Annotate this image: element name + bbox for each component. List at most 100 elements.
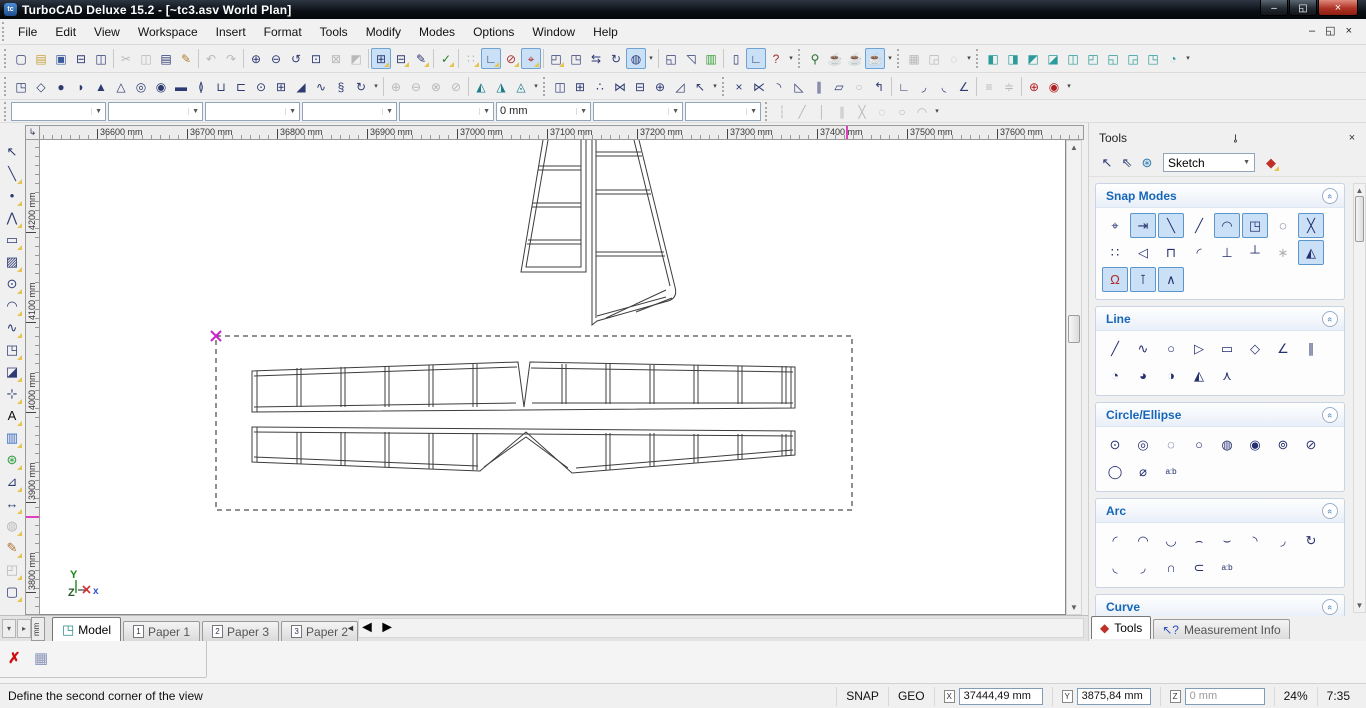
coil-icon[interactable]: § [331, 76, 351, 97]
line-tangent-two-arcs-icon[interactable]: ◑ [1158, 363, 1184, 388]
mesh-icon[interactable]: ⊞ [271, 76, 291, 97]
snap-perpendicular-icon[interactable]: ⊥ [1214, 240, 1240, 265]
local-snap-line-icon[interactable]: ┆ [772, 101, 792, 122]
collapse-chevron-icon[interactable]: » [1322, 188, 1338, 204]
arc-double-point-icon[interactable]: ∩ [1158, 555, 1184, 580]
scroll-right-icon[interactable]: ► [379, 619, 395, 636]
fillet-three-lines-icon[interactable]: ◟ [934, 76, 954, 97]
format-painter-icon[interactable]: ✎ [176, 48, 196, 69]
fixed-ratio-arc-icon[interactable]: a:b [1214, 555, 1240, 580]
magnetic-point-icon[interactable]: Ω [1102, 267, 1128, 292]
local-snap-arc-icon[interactable]: ◠ [912, 101, 932, 122]
quality-render-icon[interactable]: ☕ [865, 48, 885, 69]
boolean-subtract-icon[interactable]: ⊖ [406, 76, 426, 97]
local-snap-circle-icon[interactable]: ◌ [872, 101, 892, 122]
lasso-select-icon[interactable]: ◌ [944, 48, 964, 69]
slice-icon[interactable]: ⊘ [446, 76, 466, 97]
arc-rotated-icon[interactable]: ↻ [1298, 528, 1324, 553]
orbit-3d-icon[interactable]: ↻ [606, 48, 626, 69]
circle-tangent-point-icon[interactable]: ⊘ [1298, 432, 1324, 457]
toolbar-expand-icon[interactable]: ▸ [17, 619, 31, 638]
arc-tangent-one-icon[interactable]: ◟ [1102, 555, 1128, 580]
spell-check-icon[interactable]: ✓ [436, 48, 456, 69]
panel-close-icon[interactable]: × [1344, 132, 1360, 144]
close-button[interactable]: × [1318, 0, 1358, 16]
z-coordinate-field[interactable]: 0 mm [1185, 688, 1265, 705]
mdi-close-button[interactable]: × [1346, 26, 1352, 37]
no-snap-icon[interactable]: ⊘ [501, 48, 521, 69]
property-toolbar-grip[interactable] [4, 102, 8, 121]
move-tool-icon[interactable]: ⊹ [1, 383, 23, 405]
snap-quadrant-icon[interactable]: ◌ [1270, 213, 1296, 238]
menu-modes[interactable]: Modes [410, 21, 464, 43]
menu-tools[interactable]: Tools [311, 21, 357, 43]
mirror-copy-icon[interactable]: ⋈ [610, 76, 630, 97]
cylinder-icon[interactable]: ⊔ [211, 76, 231, 97]
line-perpendicular-icon[interactable]: ∠ [1270, 336, 1296, 361]
twist-icon[interactable]: ∿ [311, 76, 331, 97]
extract-part-icon[interactable]: ◹ [681, 48, 701, 69]
toolbar-grip[interactable] [798, 49, 802, 68]
menu-workspace[interactable]: Workspace [129, 21, 207, 43]
property-combo-3[interactable]: ▼ [205, 102, 300, 121]
copy-entity-icon[interactable]: ◫ [550, 76, 570, 97]
toolbar-grip[interactable] [897, 49, 901, 68]
line-irregular-polygon-icon[interactable]: ▷ [1186, 336, 1212, 361]
fillet-icon[interactable]: ◝ [769, 76, 789, 97]
help-drop-icon[interactable]: ▾ [786, 48, 796, 69]
view-front-icon[interactable]: ◱ [1103, 48, 1123, 69]
horizontal-ruler[interactable]: 36600 mm36700 mm36800 mm36900 mm37000 mm… [40, 125, 1084, 140]
part-builder-icon[interactable]: ⊕ [1024, 76, 1044, 97]
menu-file[interactable]: File [9, 21, 46, 43]
slab-icon[interactable]: ▬ [171, 76, 191, 97]
select-drop-icon[interactable]: ▾ [964, 48, 974, 69]
torus-icon[interactable]: ◎ [131, 76, 151, 97]
mdi-minimize-button[interactable]: – [1309, 26, 1315, 37]
restore-button[interactable]: ◱ [1289, 0, 1317, 16]
scroll-left-icon[interactable]: ◄ [359, 619, 375, 636]
arc-1-3-2-icon[interactable]: ◞ [1270, 528, 1296, 553]
help-book-icon[interactable]: ? [766, 48, 786, 69]
material-editor-icon[interactable]: ◉ [1044, 76, 1064, 97]
line-rotated-rectangle-icon[interactable]: ◇ [1242, 336, 1268, 361]
circle-tool-icon[interactable]: ⊙ [1, 273, 23, 295]
facet-delete-icon[interactable]: ◬ [511, 76, 531, 97]
line-single-icon[interactable]: ╱ [1102, 336, 1128, 361]
redo-icon[interactable]: ↷ [221, 48, 241, 69]
sheet-tab-model[interactable]: ◳Model [52, 617, 121, 641]
grid-toggle-icon[interactable]: ∷ [461, 48, 481, 69]
toolbar-grip[interactable] [976, 49, 980, 68]
circle-tangent-line-icon[interactable]: ◉ [1242, 432, 1268, 457]
edit-tool-icon[interactable]: ✎ [411, 48, 431, 69]
fit-array-icon[interactable]: ∴ [590, 76, 610, 97]
open-icon[interactable]: ▤ [31, 48, 51, 69]
sheet-tab-paper-[interactable]: 2Paper 3 [202, 621, 279, 641]
modify-drop-icon[interactable]: ▾ [1064, 76, 1074, 97]
workplane-by-entity-icon[interactable]: ⊟ [391, 48, 411, 69]
chamfer-two-lines-icon[interactable]: ∠ [954, 76, 974, 97]
select-window-tool-icon[interactable]: ▢ [1, 581, 23, 603]
ruler-origin-icon[interactable]: ↳ [25, 125, 40, 140]
array-copy-icon[interactable]: ⊟ [630, 76, 650, 97]
prism-icon[interactable]: ◢ [291, 76, 311, 97]
box-3d-tool-icon[interactable]: ◳ [1, 339, 23, 361]
snap-midpoint-icon[interactable]: ┴ [1242, 240, 1268, 265]
snap-none-icon[interactable]: ⇥ [1130, 213, 1156, 238]
select-tool-icon[interactable]: ↖ [1, 141, 23, 163]
snap-facet-icon[interactable]: ◭ [1298, 240, 1324, 265]
property-combo-5[interactable]: ▼ [399, 102, 494, 121]
collapse-chevron-icon[interactable]: » [1322, 599, 1338, 615]
panel-tab-tools[interactable]: ◆Tools [1091, 616, 1151, 639]
line-polygon-icon[interactable]: ○ [1158, 336, 1184, 361]
copy-drop-icon[interactable]: ▾ [710, 76, 720, 97]
copy-entities-icon[interactable]: ◰ [546, 48, 566, 69]
page-setup-icon[interactable]: ▯ [726, 48, 746, 69]
symbols-tool-icon[interactable]: ⊛ [1, 449, 23, 471]
polyhedron-icon[interactable]: △ [111, 76, 131, 97]
snap-divide-icon[interactable]: ∗ [1270, 240, 1296, 265]
snap-nearest-icon[interactable]: ◁ [1130, 240, 1156, 265]
circle-three-point-icon[interactable]: ○ [1186, 432, 1212, 457]
scroll-down-icon[interactable]: ▼ [1067, 603, 1081, 612]
mdi-restore-button[interactable]: ◱ [1325, 26, 1335, 37]
circle-concentric-icon[interactable]: ◎ [1130, 432, 1156, 457]
